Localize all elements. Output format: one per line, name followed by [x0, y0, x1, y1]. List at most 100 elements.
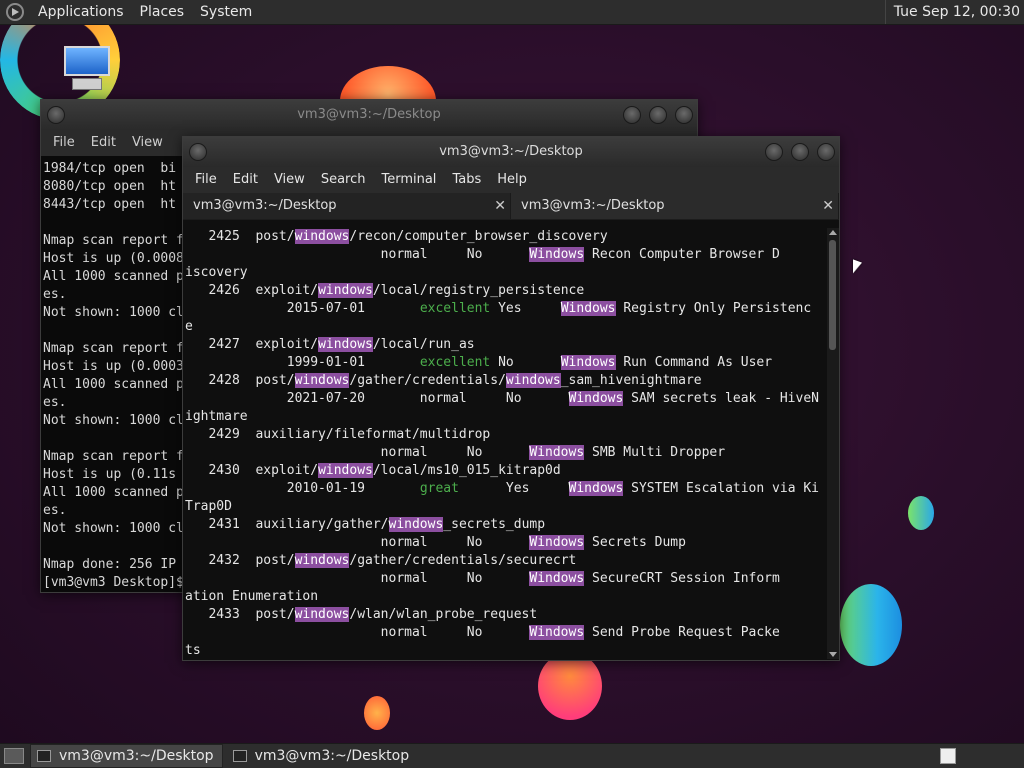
scrollbar-thumb[interactable]: [829, 240, 836, 350]
terminal-line: ation Enumeration: [185, 588, 827, 606]
terminal-line: Host is up (0.11s: [43, 467, 177, 482]
tab-1[interactable]: vm3@vm3:~/Desktop ✕: [183, 193, 511, 219]
workspace-switcher-icon[interactable]: [940, 748, 956, 764]
terminal-line: Host is up (0.0008: [43, 251, 183, 266]
tab-label: vm3@vm3:~/Desktop: [193, 198, 337, 213]
terminal-line: Nmap done: 256 IP: [43, 557, 177, 572]
tab-bar: vm3@vm3:~/Desktop ✕ vm3@vm3:~/Desktop ✕: [183, 193, 839, 220]
menu-search[interactable]: Search: [313, 167, 374, 193]
terminal-line: Nmap scan report f: [43, 233, 183, 248]
menu-places[interactable]: Places: [132, 0, 193, 24]
highlighted-match: windows: [318, 463, 373, 478]
taskbar-item-label: vm3@vm3:~/Desktop: [59, 748, 214, 764]
line-segment: 2010-01-19: [185, 481, 420, 496]
terminal-line: [vm3@vm3 Desktop]$: [43, 575, 183, 590]
distro-logo-icon[interactable]: [6, 3, 24, 21]
line-segment: 2021-07-20 normal No: [185, 391, 569, 406]
highlighted-match: Windows: [529, 571, 585, 586]
line-segment: _secrets_dump: [443, 517, 546, 532]
terminal-line: ightmare: [185, 408, 827, 426]
tab-2[interactable]: vm3@vm3:~/Desktop ✕: [511, 193, 839, 219]
menu-view[interactable]: View: [124, 130, 171, 156]
taskbar-item-1[interactable]: vm3@vm3:~/Desktop: [30, 744, 223, 768]
terminal-line: normal No Windows Send Probe Request Pac…: [185, 624, 827, 642]
close-tab-icon[interactable]: ✕: [494, 193, 506, 219]
minimize-button[interactable]: [765, 143, 783, 161]
scrollbar[interactable]: [827, 228, 839, 659]
terminal-line: Not shown: 1000 cl: [43, 413, 183, 428]
line-segment: SecureCRT Session Inform: [584, 571, 780, 586]
minimize-button[interactable]: [623, 106, 641, 124]
clock[interactable]: Tue Sep 12, 00:30: [884, 0, 1020, 24]
close-button[interactable]: [817, 143, 835, 161]
menu-file[interactable]: File: [45, 130, 83, 156]
window-titlebar[interactable]: vm3@vm3:~/Desktop: [183, 137, 839, 167]
menu-file[interactable]: File: [187, 167, 225, 193]
terminal-line: normal No Windows SecureCRT Session Info…: [185, 570, 827, 588]
line-segment: Send Probe Request Packe: [584, 625, 780, 640]
terminal-output[interactable]: 2425 post/windows/recon/computer_browser…: [185, 228, 827, 658]
line-segment: 2432 post/: [185, 553, 295, 568]
line-segment: normal No: [185, 571, 530, 586]
terminal-line: Not shown: 1000 cl: [43, 305, 183, 320]
line-segment: normal No: [185, 625, 530, 640]
rank-text: excellent: [419, 301, 491, 316]
line-segment: iscovery: [185, 265, 248, 280]
line-segment: normal No: [185, 247, 530, 262]
line-segment: 2433 post/: [185, 607, 295, 622]
terminal-line: 2015-07-01 excellent Yes Windows Registr…: [185, 300, 827, 318]
close-tab-icon[interactable]: ✕: [822, 193, 834, 219]
line-segment: Run Command As User: [615, 355, 773, 370]
line-segment: ation Enumeration: [185, 589, 319, 604]
line-segment: _sam_hivenightmare: [560, 373, 702, 388]
highlighted-match: Windows: [568, 391, 624, 406]
taskbar-item-2[interactable]: vm3@vm3:~/Desktop: [227, 745, 418, 767]
terminal-window-front[interactable]: vm3@vm3:~/Desktop File Edit View Search …: [182, 136, 840, 661]
line-segment: 2429 auxiliary/fileformat/multidrop: [185, 427, 491, 442]
highlighted-match: windows: [294, 229, 350, 244]
terminal-icon: [37, 750, 51, 762]
menu-tabs[interactable]: Tabs: [444, 167, 489, 193]
terminal-line: Trap0D: [185, 498, 827, 516]
terminal-line: Nmap scan report f: [43, 449, 183, 464]
window-menu-icon[interactable]: [189, 143, 207, 161]
line-segment: /recon/computer_browser_discovery: [349, 229, 608, 244]
highlighted-match: windows: [294, 553, 350, 568]
terminal-output[interactable]: 1984/tcp open bi 8080/tcp open ht 8443/tcp…: [43, 158, 183, 592]
menu-help[interactable]: Help: [489, 167, 535, 193]
terminal-line: 2432 post/windows/gather/credentials/sec…: [185, 552, 827, 570]
close-button[interactable]: [675, 106, 693, 124]
show-desktop-icon[interactable]: [4, 748, 24, 764]
menu-terminal[interactable]: Terminal: [373, 167, 444, 193]
terminal-line: All 1000 scanned p: [43, 269, 183, 284]
bottom-panel: vm3@vm3:~/Desktop vm3@vm3:~/Desktop: [0, 743, 1024, 768]
scroll-up-icon[interactable]: [829, 230, 837, 235]
scroll-down-icon[interactable]: [829, 652, 837, 657]
menu-view[interactable]: View: [266, 167, 313, 193]
menu-system[interactable]: System: [192, 0, 260, 24]
terminal-line: es.: [43, 287, 67, 302]
terminal-line: 2021-07-20 normal No Windows SAM secrets…: [185, 390, 827, 408]
mouse-pointer-icon: [853, 259, 862, 277]
top-panel: Applications Places System Tue Sep 12, 0…: [0, 0, 1024, 25]
terminal-line: 2426 exploit/windows/local/registry_pers…: [185, 282, 827, 300]
terminal-line: 2010-01-19 great Yes Windows SYSTEM Esca…: [185, 480, 827, 498]
menu-edit[interactable]: Edit: [225, 167, 266, 193]
highlighted-match: Windows: [568, 481, 624, 496]
maximize-button[interactable]: [791, 143, 809, 161]
window-titlebar[interactable]: vm3@vm3:~/Desktop: [41, 100, 697, 130]
window-menu-icon[interactable]: [47, 106, 65, 124]
menu-applications[interactable]: Applications: [30, 0, 132, 24]
maximize-button[interactable]: [649, 106, 667, 124]
line-segment: Yes: [458, 481, 569, 496]
terminal-line: Not shown: 1000 cl: [43, 521, 183, 536]
wallpaper-green-blob: [908, 496, 934, 530]
computer-desktop-icon[interactable]: [62, 46, 114, 94]
highlighted-match: windows: [388, 517, 444, 532]
line-segment: /gather/credentials/: [349, 373, 506, 388]
terminal-line: iscovery: [185, 264, 827, 282]
menu-edit[interactable]: Edit: [83, 130, 124, 156]
line-segment: Yes: [490, 301, 561, 316]
terminal-line: 2431 auxiliary/gather/windows_secrets_du…: [185, 516, 827, 534]
